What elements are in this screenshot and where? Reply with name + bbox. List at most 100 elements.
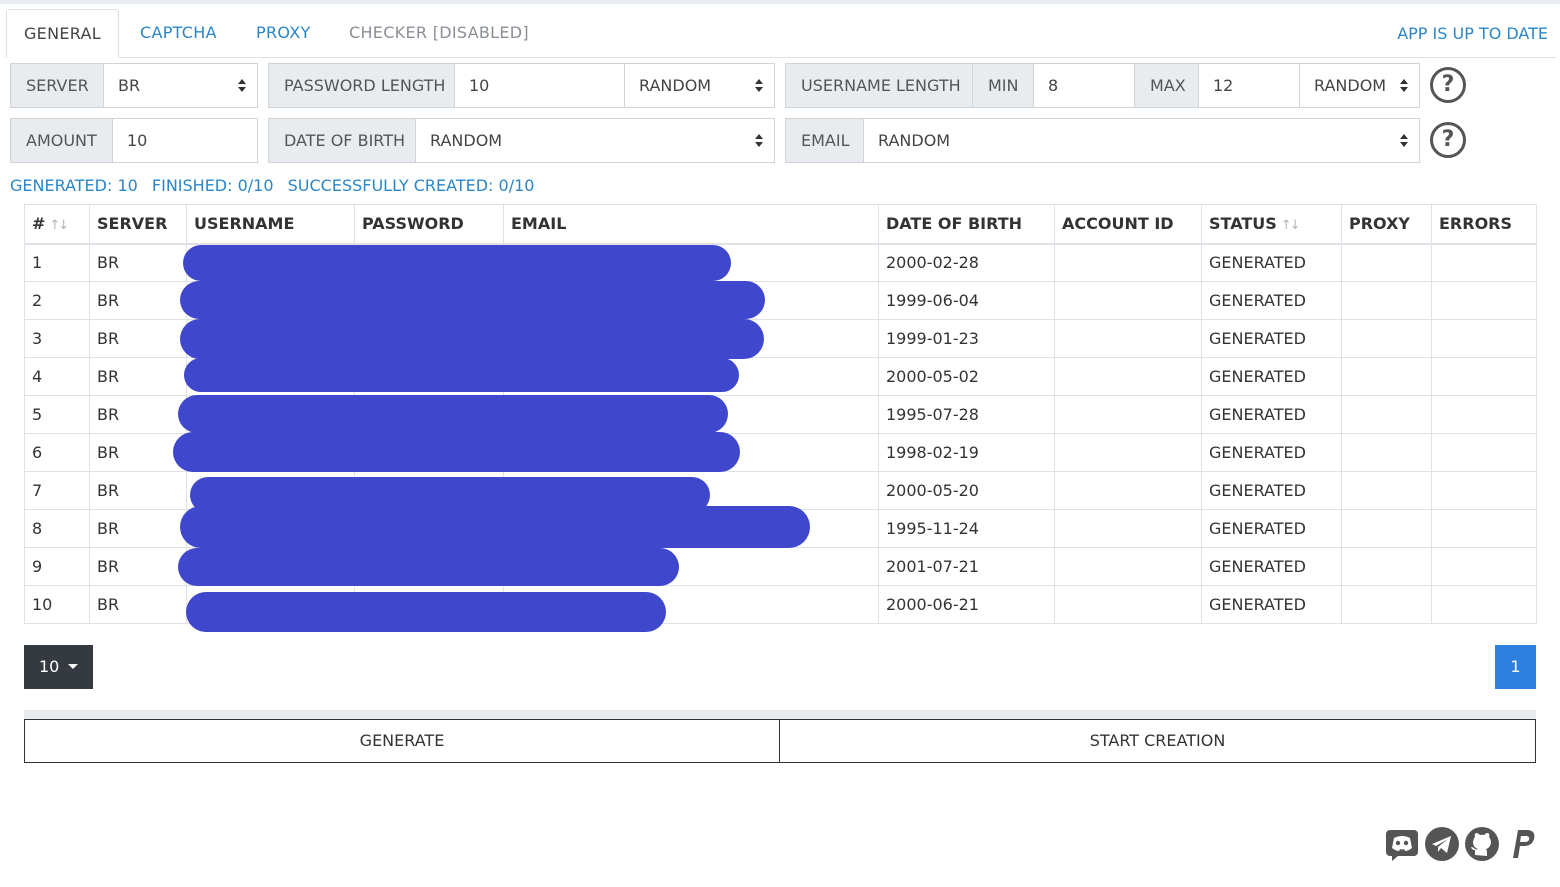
min-label: MIN [973, 64, 1034, 107]
row-server: BR [89, 243, 187, 282]
row-number: 5 [24, 395, 90, 434]
amount-value: 10 [127, 131, 148, 150]
username-mode-select[interactable]: RANDOM [1300, 64, 1419, 107]
page-size-dropdown[interactable]: 10 [24, 645, 93, 689]
help-icon[interactable]: ? [1430, 122, 1466, 158]
redaction-mark [180, 281, 765, 319]
row-status: GENERATED [1201, 281, 1342, 320]
col-header-server: SERVER [89, 204, 187, 245]
col-header-number[interactable]: # ↑↓ [24, 204, 90, 245]
telegram-icon[interactable] [1424, 826, 1460, 862]
row-errors [1431, 433, 1537, 472]
col-header-status[interactable]: STATUS ↑↓ [1201, 204, 1342, 245]
server-group: SERVER BR [10, 63, 258, 108]
tab-bar: GENERAL CAPTCHA PROXY CHECKER [DISABLED] [6, 9, 1556, 58]
redaction-mark [184, 358, 739, 392]
max-value: 12 [1213, 76, 1234, 95]
sort-icon[interactable]: ↑↓ [1281, 218, 1301, 233]
stat-finished: FINISHED: 0/10 [151, 176, 274, 195]
row-account-id [1054, 509, 1202, 548]
amount-group: AMOUNT 10 [10, 118, 258, 163]
row-proxy [1341, 281, 1432, 320]
amount-input[interactable]: 10 [113, 119, 257, 162]
row-number: 4 [24, 357, 90, 396]
row-server: BR [89, 471, 187, 510]
col-header-errors: ERRORS [1431, 204, 1537, 245]
max-input[interactable]: 12 [1199, 64, 1300, 107]
row-dob: 2000-05-20 [878, 471, 1055, 510]
row-proxy [1341, 319, 1432, 358]
page-size-value: 10 [39, 657, 60, 676]
sort-icon[interactable]: ↑↓ [49, 218, 69, 233]
col-header-username: USERNAME [186, 204, 355, 245]
row-dob: 1995-11-24 [878, 509, 1055, 548]
server-select-value: BR [118, 76, 141, 95]
row-number: 10 [24, 585, 90, 624]
generate-button[interactable]: GENERATE [24, 719, 780, 763]
row-proxy [1341, 243, 1432, 282]
dob-label: DATE OF BIRTH [269, 119, 416, 162]
paypal-icon[interactable] [1504, 826, 1540, 862]
row-number: 1 [24, 243, 90, 282]
help-icon[interactable]: ? [1430, 67, 1466, 103]
password-length-input[interactable]: 10 [455, 64, 625, 107]
password-length-group: PASSWORD LENGTH 10 RANDOM [268, 63, 775, 108]
select-caret-icon [754, 77, 764, 95]
discord-icon[interactable] [1384, 826, 1420, 862]
app-status-text: APP IS UP TO DATE [1397, 24, 1548, 43]
tab-proxy[interactable]: PROXY [256, 9, 311, 58]
row-errors [1431, 319, 1537, 358]
tab-checker: CHECKER [DISABLED] [349, 23, 529, 42]
row-number: 3 [24, 319, 90, 358]
dob-select[interactable]: RANDOM [416, 119, 774, 162]
tab-general[interactable]: GENERAL [6, 9, 119, 58]
row-server: BR [89, 585, 187, 624]
row-account-id [1054, 471, 1202, 510]
tab-captcha[interactable]: CAPTCHA [140, 9, 217, 58]
row-dob: 2000-06-21 [878, 585, 1055, 624]
row-server: BR [89, 395, 187, 434]
row-server: BR [89, 281, 187, 320]
col-header-email: EMAIL [503, 204, 879, 245]
max-label: MAX [1135, 64, 1199, 107]
start-creation-button[interactable]: START CREATION [779, 719, 1536, 763]
stat-generated: GENERATED: 10 [10, 176, 138, 195]
select-caret-icon [237, 77, 247, 95]
table-header-row: # ↑↓ SERVER USERNAME PASSWORD EMAIL DATE … [24, 204, 1537, 245]
col-header-dob: DATE OF BIRTH [878, 204, 1055, 245]
redaction-mark [178, 548, 679, 586]
email-select[interactable]: RANDOM [864, 119, 1419, 162]
row-account-id [1054, 281, 1202, 320]
server-select[interactable]: BR [104, 64, 257, 107]
stats-line: GENERATED: 10 FINISHED: 0/10 SUCCESSFULL… [10, 176, 543, 195]
row-errors [1431, 395, 1537, 434]
top-border [0, 0, 1560, 4]
row-status: GENERATED [1201, 471, 1342, 510]
min-value: 8 [1048, 76, 1059, 95]
row-account-id [1054, 585, 1202, 624]
redaction-mark [180, 319, 764, 359]
row-errors [1431, 471, 1537, 510]
row-errors [1431, 243, 1537, 282]
password-mode-select[interactable]: RANDOM [625, 64, 774, 107]
row-status: GENERATED [1201, 509, 1342, 548]
email-select-value: RANDOM [878, 131, 951, 150]
min-input[interactable]: 8 [1034, 64, 1135, 107]
row-status: GENERATED [1201, 433, 1342, 472]
row-dob: 1998-02-19 [878, 433, 1055, 472]
row-dob: 2000-02-28 [878, 243, 1055, 282]
server-label: SERVER [11, 64, 104, 107]
github-icon[interactable] [1464, 826, 1500, 862]
row-proxy [1341, 433, 1432, 472]
row-dob: 2001-07-21 [878, 547, 1055, 586]
page-button-1[interactable]: 1 [1495, 645, 1536, 689]
row-account-id [1054, 357, 1202, 396]
row-number: 8 [24, 509, 90, 548]
row-status: GENERATED [1201, 585, 1342, 624]
row-proxy [1341, 585, 1432, 624]
row-errors [1431, 509, 1537, 548]
redaction-mark [183, 245, 731, 281]
row-number: 9 [24, 547, 90, 586]
row-account-id [1054, 433, 1202, 472]
row-dob: 2000-05-02 [878, 357, 1055, 396]
